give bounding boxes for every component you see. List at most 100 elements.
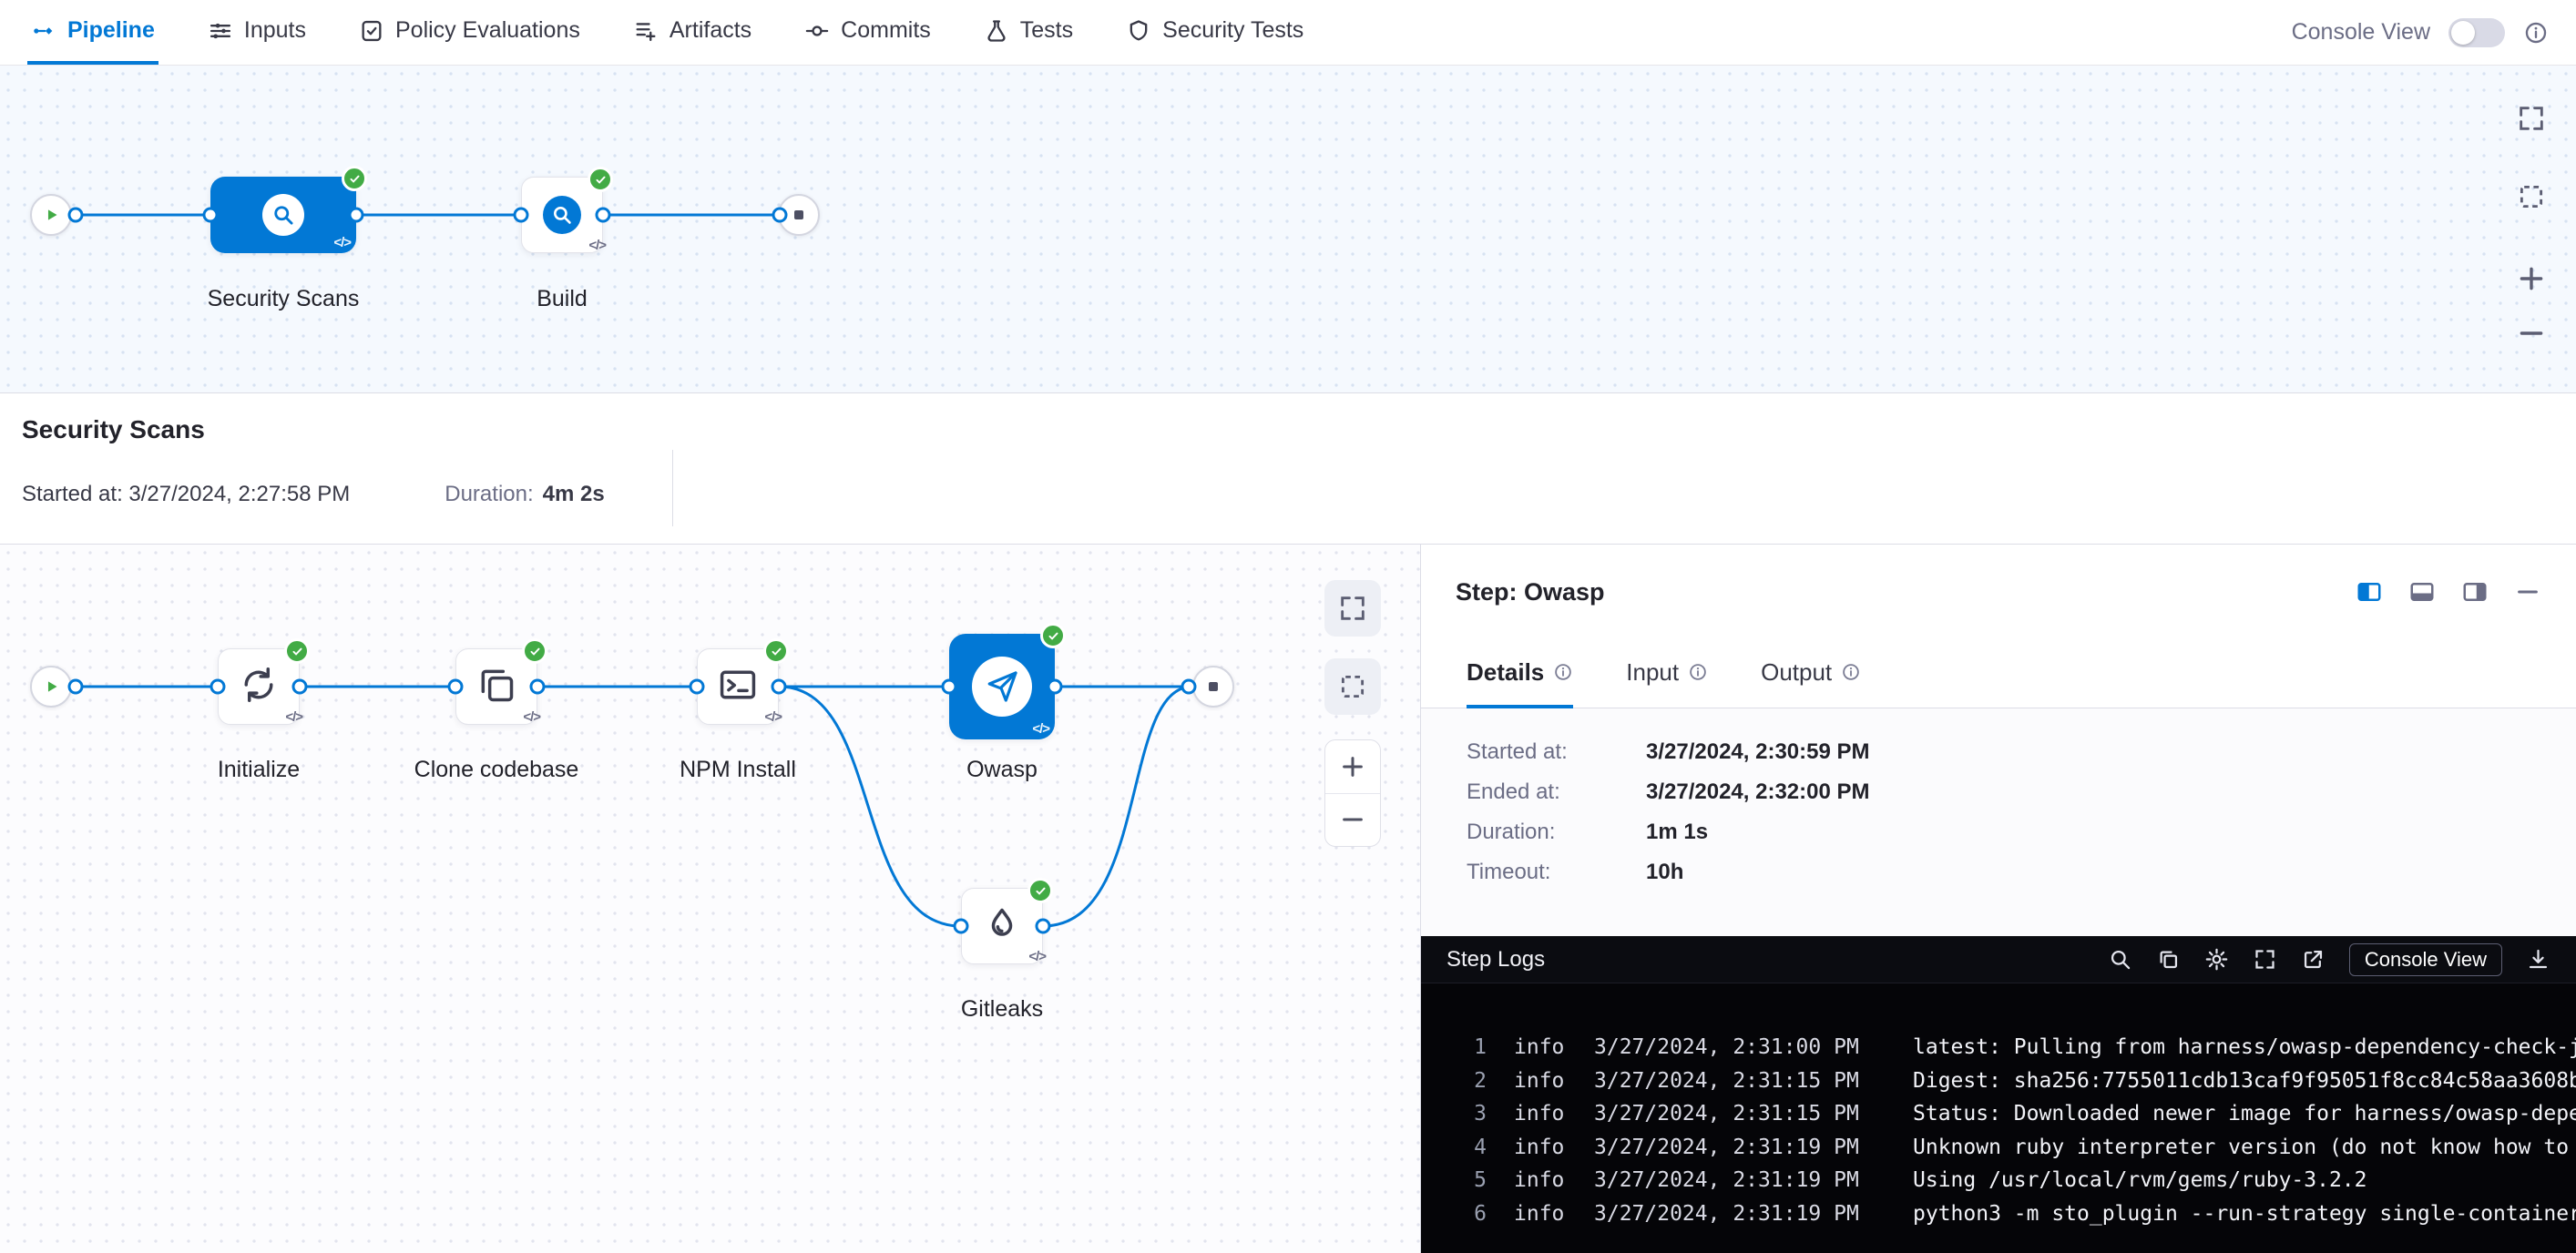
owasp-icon: [972, 657, 1032, 717]
log-level: info: [1514, 1164, 1570, 1197]
stop-icon: [1202, 676, 1224, 698]
download-icon[interactable]: [2526, 947, 2550, 972]
code-marker: </>: [588, 238, 606, 253]
detail-value: 10h: [1646, 860, 2576, 885]
stage-summary-meta: Started at: 3/27/2024, 2:27:58 PM Durati…: [22, 463, 2554, 526]
stage-canvas-fullscreen-button[interactable]: [1324, 580, 1381, 637]
step-node-clone-codebase[interactable]: </>: [455, 648, 537, 725]
tab-label: Details: [1467, 658, 1544, 687]
info-icon[interactable]: [1688, 662, 1708, 682]
stage-canvas-select-button[interactable]: [1324, 658, 1381, 715]
step-logs-title: Step Logs: [1446, 947, 1545, 973]
zoom-out-button[interactable]: [1325, 794, 1380, 847]
layout-bottom-icon[interactable]: [2408, 578, 2436, 606]
collapse-panel-icon[interactable]: [2514, 578, 2541, 606]
layout-right-icon[interactable]: [2461, 578, 2489, 606]
tab-label: Input: [1626, 658, 1679, 687]
log-timestamp: 3/27/2024, 2:31:19 PM: [1594, 1131, 1895, 1165]
search-icon[interactable]: [2108, 947, 2132, 972]
canvas-select-button[interactable]: [2516, 181, 2547, 212]
console-view-button[interactable]: Console View: [2349, 943, 2502, 976]
detail-row: Started at: 3/27/2024, 2:30:59 PM: [1467, 732, 2576, 772]
log-message: Unknown ruby interpreter version (do not…: [1913, 1131, 2576, 1165]
pipeline-start-node[interactable]: [30, 194, 72, 236]
pipeline-connectors: [0, 66, 2576, 393]
tab-tests[interactable]: Tests: [980, 0, 1077, 65]
code-marker: </>: [333, 235, 351, 250]
stage-end-node[interactable]: [1192, 666, 1234, 708]
tab-output[interactable]: Output: [1761, 639, 1861, 708]
panel-layout-controls: [2356, 578, 2541, 606]
log-line: 1info3/27/2024, 2:31:00 PMlatest: Pullin…: [1459, 1031, 2576, 1065]
play-icon: [39, 203, 63, 227]
success-badge: [522, 638, 547, 664]
success-badge: [1040, 623, 1066, 648]
log-message: Status: Downloaded newer image for harne…: [1913, 1097, 2576, 1131]
tab-inputs[interactable]: Inputs: [204, 0, 310, 65]
stage-canvas-zoom-panel: [1324, 739, 1381, 847]
open-external-icon[interactable]: [2301, 947, 2326, 972]
canvas-zoom-out-button[interactable]: [2516, 318, 2547, 349]
pipeline-end-node[interactable]: [778, 194, 820, 236]
stage-node-security-scans[interactable]: </>: [210, 177, 356, 253]
stage-summary-title: Security Scans: [22, 415, 2554, 444]
policy-check-icon: [359, 18, 384, 44]
step-logs: Step Logs Console View 1info3/27/2024, 2…: [1421, 936, 2576, 1253]
build-scan-icon: [543, 196, 581, 234]
canvas-fullscreen-button[interactable]: [2516, 103, 2547, 134]
inputs-icon: [208, 18, 233, 44]
tab-pipeline[interactable]: Pipeline: [27, 0, 158, 65]
settings-gear-icon[interactable]: [2204, 947, 2229, 972]
minus-icon: [2516, 318, 2547, 349]
marquee-icon: [2516, 181, 2547, 212]
log-line-number: 5: [1459, 1164, 1487, 1197]
tab-input[interactable]: Input: [1626, 639, 1708, 708]
step-logs-header: Step Logs Console View: [1421, 936, 2576, 983]
code-marker: </>: [764, 709, 782, 725]
tab-security-tests[interactable]: Security Tests: [1122, 0, 1307, 65]
fullscreen-icon[interactable]: [2253, 947, 2277, 972]
layout-split-left-icon[interactable]: [2356, 578, 2383, 606]
info-icon[interactable]: [2523, 20, 2549, 46]
step-node-npm-install[interactable]: </>: [697, 648, 779, 725]
info-icon[interactable]: [1553, 662, 1573, 682]
detail-value: 3/27/2024, 2:30:59 PM: [1646, 739, 2576, 765]
success-badge: [342, 166, 367, 191]
stage-summary: Security Scans Started at: 3/27/2024, 2:…: [0, 393, 2576, 545]
detail-label: Started at:: [1467, 739, 1646, 765]
execution-view: </> Initialize </> Clone codebase </> NP…: [0, 545, 2576, 1253]
success-badge: [1027, 878, 1053, 903]
info-icon[interactable]: [1841, 662, 1861, 682]
marquee-icon: [1337, 671, 1368, 702]
tab-commits[interactable]: Commits: [801, 0, 935, 65]
log-message: latest: Pulling from harness/owasp-depen…: [1913, 1031, 2576, 1065]
tab-label: Commits: [841, 17, 931, 44]
pipeline-canvas: </> Security Scans </> Build: [0, 66, 2576, 393]
step-panel-header: Step: Owasp: [1421, 545, 2576, 639]
tab-label: Output: [1761, 658, 1832, 687]
minus-icon: [1339, 806, 1366, 833]
tab-label: Inputs: [244, 17, 306, 44]
stage-start-node[interactable]: [30, 666, 72, 708]
log-line: 2info3/27/2024, 2:31:15 PMDigest: sha256…: [1459, 1065, 2576, 1098]
step-label: Initialize: [218, 757, 300, 783]
copy-logs-icon[interactable]: [2156, 947, 2181, 972]
tab-artifacts[interactable]: Artifacts: [629, 0, 755, 65]
step-label: Owasp: [966, 757, 1038, 783]
tab-label: Tests: [1020, 17, 1073, 44]
flask-icon: [984, 18, 1009, 44]
console-view-toggle[interactable]: [2448, 18, 2505, 47]
tab-details[interactable]: Details: [1467, 639, 1573, 708]
step-node-initialize[interactable]: </>: [218, 648, 300, 725]
step-node-gitleaks[interactable]: </>: [961, 888, 1043, 964]
step-node-owasp[interactable]: </>: [949, 634, 1055, 739]
success-badge: [284, 638, 310, 664]
log-message: Using /usr/local/rvm/gems/ruby-3.2.2: [1913, 1164, 2576, 1197]
log-timestamp: 3/27/2024, 2:31:00 PM: [1594, 1031, 1895, 1065]
zoom-in-button[interactable]: [1325, 740, 1380, 793]
tab-policy-evaluations[interactable]: Policy Evaluations: [355, 0, 584, 65]
stage-label: Build: [537, 286, 588, 312]
duration-label: Duration:: [445, 482, 533, 507]
stage-node-build[interactable]: </>: [521, 177, 603, 253]
canvas-zoom-in-button[interactable]: [2516, 263, 2547, 294]
